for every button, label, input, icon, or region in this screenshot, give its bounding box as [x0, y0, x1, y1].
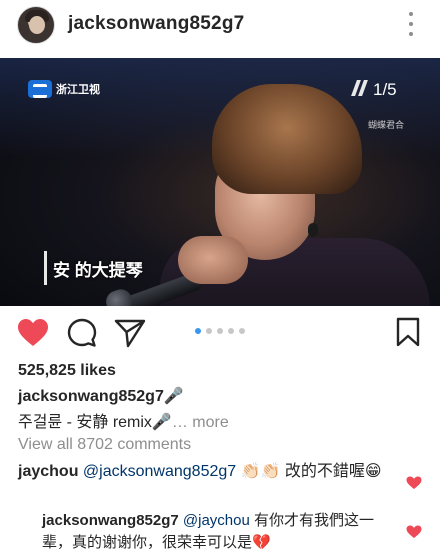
channel-logo: 浙江卫视	[28, 78, 100, 100]
comment-username[interactable]: jaychou	[18, 463, 78, 480]
caption-text: 주걸륜 - 安静 remix🎤	[18, 414, 172, 431]
earpiece	[308, 223, 318, 237]
channel-logo-icon	[28, 80, 52, 98]
subtitle-text: 安 的大提琴	[53, 260, 143, 280]
tv-station-icon	[351, 80, 370, 98]
avatar[interactable]	[17, 6, 55, 44]
more-link[interactable]: … more	[172, 414, 229, 431]
caption-text-line: 주걸륜 - 安静 remix🎤… more	[18, 408, 229, 432]
channel-logo-text: 浙江卫视	[56, 84, 100, 96]
more-vertical-icon[interactable]	[404, 12, 418, 36]
share-icon[interactable]	[114, 318, 146, 348]
caption-username[interactable]: jacksonwang852g7	[18, 388, 164, 405]
carousel-dot	[239, 328, 245, 334]
reply-mention[interactable]: @jaychou	[183, 512, 250, 529]
heart-filled-icon[interactable]	[17, 318, 49, 348]
comment: jaychou @jacksonwang852g7 👏🏻👏🏻 改的不錯喔😁	[18, 460, 398, 484]
post-photo[interactable]: 浙江卫视 1/5 蝴蝶君合 安 的大提琴	[0, 58, 440, 306]
subtitle-bar	[44, 251, 47, 285]
comment-icon[interactable]	[67, 318, 97, 348]
action-bar	[0, 310, 440, 356]
microphone-emoji: 🎤	[163, 388, 184, 405]
carousel-dot	[206, 328, 212, 334]
watermark: 蝴蝶君合	[368, 120, 405, 130]
singer-hand	[178, 236, 248, 284]
caption-username-line: jacksonwang852g7🎤	[18, 386, 184, 406]
video-subtitle: 安 的大提琴	[44, 251, 143, 285]
carousel-dot	[217, 328, 223, 334]
comment-mention[interactable]: @jacksonwang852g7	[83, 463, 236, 480]
comment-reply: jacksonwang852g7 @jaychou 有你才有我們这一辈，真的谢谢…	[42, 510, 392, 554]
carousel-dot	[228, 328, 234, 334]
post-username[interactable]: jacksonwang852g7	[68, 13, 244, 35]
view-all-comments-link[interactable]: View all 8702 comments	[18, 436, 191, 454]
likes-count[interactable]: 525,825 likes	[18, 362, 116, 380]
post-header: jacksonwang852g7	[0, 0, 440, 52]
comment-like-heart-icon[interactable]	[406, 476, 422, 490]
bookmark-icon[interactable]	[396, 317, 420, 347]
avatar-face	[29, 16, 45, 34]
carousel-dots	[195, 328, 245, 334]
reply-username[interactable]: jacksonwang852g7	[42, 512, 179, 529]
carousel-counter: 1/5	[373, 80, 397, 99]
comment-text: 👏🏻👏🏻 改的不錯喔😁	[240, 463, 382, 480]
carousel-dot-active	[195, 328, 201, 334]
reply-like-heart-icon[interactable]	[406, 525, 422, 539]
